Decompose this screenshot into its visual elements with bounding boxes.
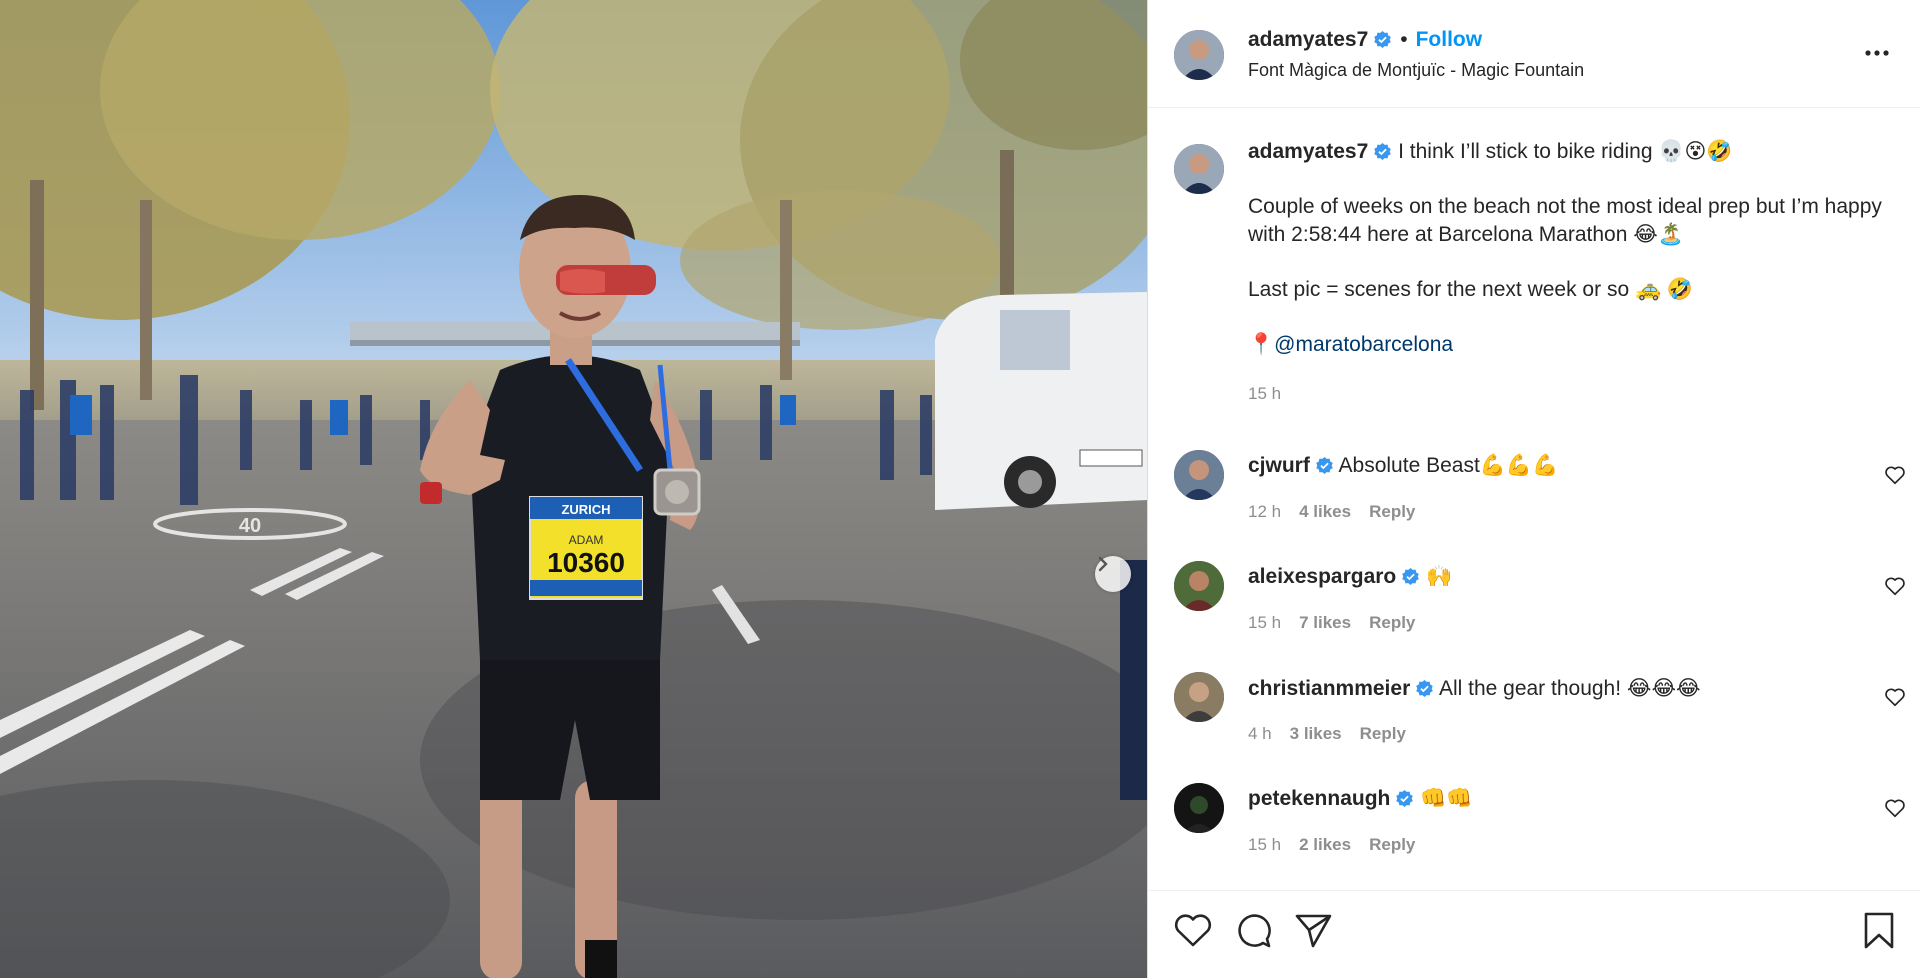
avatar[interactable] <box>1174 450 1224 500</box>
caption-paragraph-2: Couple of weeks on the beach not the mos… <box>1248 195 1888 246</box>
comment-meta: 15 h 2 likes Reply <box>1248 835 1433 855</box>
post-action-bar <box>1148 890 1920 978</box>
heart-icon[interactable] <box>1884 797 1906 819</box>
bib-number-text: 10360 <box>547 547 625 578</box>
verified-badge-icon <box>1316 456 1333 475</box>
heart-icon[interactable] <box>1884 686 1906 708</box>
comment-reply-button[interactable]: Reply <box>1369 835 1415 854</box>
photo-scene: 40 ZURICH ADAM 10360 <box>0 0 1147 978</box>
avatar[interactable] <box>1174 561 1224 611</box>
comment-likes[interactable]: 7 likes <box>1299 613 1351 632</box>
comment-text: 🙌 <box>1426 565 1453 588</box>
comment-username[interactable]: cjwurf <box>1248 454 1310 477</box>
comment-item: cjwurf Absolute Beast💪💪💪 12 h 4 likes Repl… <box>1174 450 1905 540</box>
comment-meta: 4 h 3 likes Reply <box>1248 724 1424 744</box>
heart-icon[interactable] <box>1172 909 1214 951</box>
comment-reply-button[interactable]: Reply <box>1369 613 1415 632</box>
caption-timestamp[interactable]: 15 h <box>1248 384 1894 404</box>
follow-button[interactable]: Follow <box>1416 28 1483 51</box>
verified-badge-icon <box>1374 142 1392 161</box>
mention-link[interactable]: @maratobarcelona <box>1274 333 1453 356</box>
verified-badge-icon <box>1396 789 1414 808</box>
bib-sponsor-text: ZURICH <box>561 502 610 517</box>
header-username[interactable]: adamyates7 <box>1248 28 1368 51</box>
avatar-image <box>1174 783 1224 833</box>
comment-item: petekennaugh 👊👊 15 h 2 likes Reply <box>1174 783 1905 873</box>
caption-line1: adamyates7 I think I’ll stick to bike ri… <box>1248 138 1894 166</box>
avatar-image <box>1174 144 1224 194</box>
comment-meta: 15 h 7 likes Reply <box>1248 613 1433 633</box>
verified-badge-icon <box>1374 30 1392 49</box>
verified-badge-icon <box>1416 679 1434 698</box>
comment-reply-button[interactable]: Reply <box>1360 724 1406 743</box>
post-photo[interactable]: 40 ZURICH ADAM 10360 <box>0 0 1147 978</box>
comment-item: christianmmeier All the gear though! 😂😂😂… <box>1174 672 1905 762</box>
comment-text: Absolute Beast💪💪💪 <box>1338 454 1559 477</box>
comment-reply-button[interactable]: Reply <box>1369 502 1415 521</box>
post-location[interactable]: Font Màgica de Montjuïc - Magic Fountain <box>1248 60 1584 81</box>
comment-time[interactable]: 4 h <box>1248 724 1272 743</box>
comment-text-row: petekennaugh 👊👊 <box>1248 787 1473 811</box>
more-horizontal-icon[interactable] <box>1863 44 1891 62</box>
avatar[interactable] <box>1174 30 1224 80</box>
comment-likes[interactable]: 4 likes <box>1299 502 1351 521</box>
heart-icon[interactable] <box>1884 464 1906 486</box>
avatar-image <box>1174 450 1224 500</box>
avatar[interactable] <box>1174 672 1224 722</box>
comment-time[interactable]: 15 h <box>1248 613 1281 632</box>
comment-item: aleixespargaro 🙌 15 h 7 likes Reply <box>1174 561 1905 651</box>
post-side-panel: adamyates7 • Follow Font Màgica de Montjuï… <box>1147 0 1920 978</box>
avatar-image <box>1174 30 1224 80</box>
post-caption: adamyates7 I think I’ll stick to bike ri… <box>1174 138 1894 404</box>
avatar-image <box>1174 561 1224 611</box>
header-title-row: adamyates7 • Follow <box>1248 28 1482 52</box>
caption-first-line: I think I’ll stick to bike riding 💀😵🤣 <box>1398 140 1733 163</box>
comment-text: All the gear though! 😂😂😂 <box>1438 677 1701 700</box>
caption-username[interactable]: adamyates7 <box>1248 140 1368 163</box>
comment-time[interactable]: 12 h <box>1248 502 1281 521</box>
caption-body: adamyates7 I think I’ll stick to bike ri… <box>1248 138 1894 359</box>
next-photo-button[interactable] <box>1095 556 1131 592</box>
avatar[interactable] <box>1174 144 1224 194</box>
verified-badge-icon <box>1402 567 1420 586</box>
comment-time[interactable]: 15 h <box>1248 835 1281 854</box>
caption-paragraph-3: Last pic = scenes for the next week or s… <box>1248 278 1694 301</box>
comment-likes[interactable]: 3 likes <box>1290 724 1342 743</box>
avatar-image <box>1174 672 1224 722</box>
share-icon[interactable] <box>1292 909 1334 951</box>
pin-icon: 📍 <box>1248 333 1275 356</box>
save-icon[interactable] <box>1858 909 1900 951</box>
comment-username[interactable]: aleixespargaro <box>1248 565 1396 588</box>
comment-text-row: aleixespargaro 🙌 <box>1248 565 1452 589</box>
comment-meta: 12 h 4 likes Reply <box>1248 502 1433 522</box>
caption-mention-line: 📍@maratobarcelona <box>1248 331 1894 359</box>
comment-text: 👊👊 <box>1420 787 1473 810</box>
comment-text-row: christianmmeier All the gear though! 😂😂😂 <box>1248 676 1701 701</box>
comment-likes[interactable]: 2 likes <box>1299 835 1351 854</box>
road-marking-text: 40 <box>239 515 261 537</box>
comment-text-row: cjwurf Absolute Beast💪💪💪 <box>1248 454 1558 478</box>
header-separator: • <box>1400 28 1408 51</box>
heart-icon[interactable] <box>1884 575 1906 597</box>
comment-icon[interactable] <box>1232 909 1274 951</box>
bib-name-text: ADAM <box>569 533 604 547</box>
avatar[interactable] <box>1174 783 1224 833</box>
comment-username[interactable]: petekennaugh <box>1248 787 1390 810</box>
post-header: adamyates7 • Follow Font Màgica de Montjuï… <box>1148 0 1920 108</box>
chevron-right-icon <box>1098 556 1108 572</box>
comment-username[interactable]: christianmmeier <box>1248 677 1410 700</box>
